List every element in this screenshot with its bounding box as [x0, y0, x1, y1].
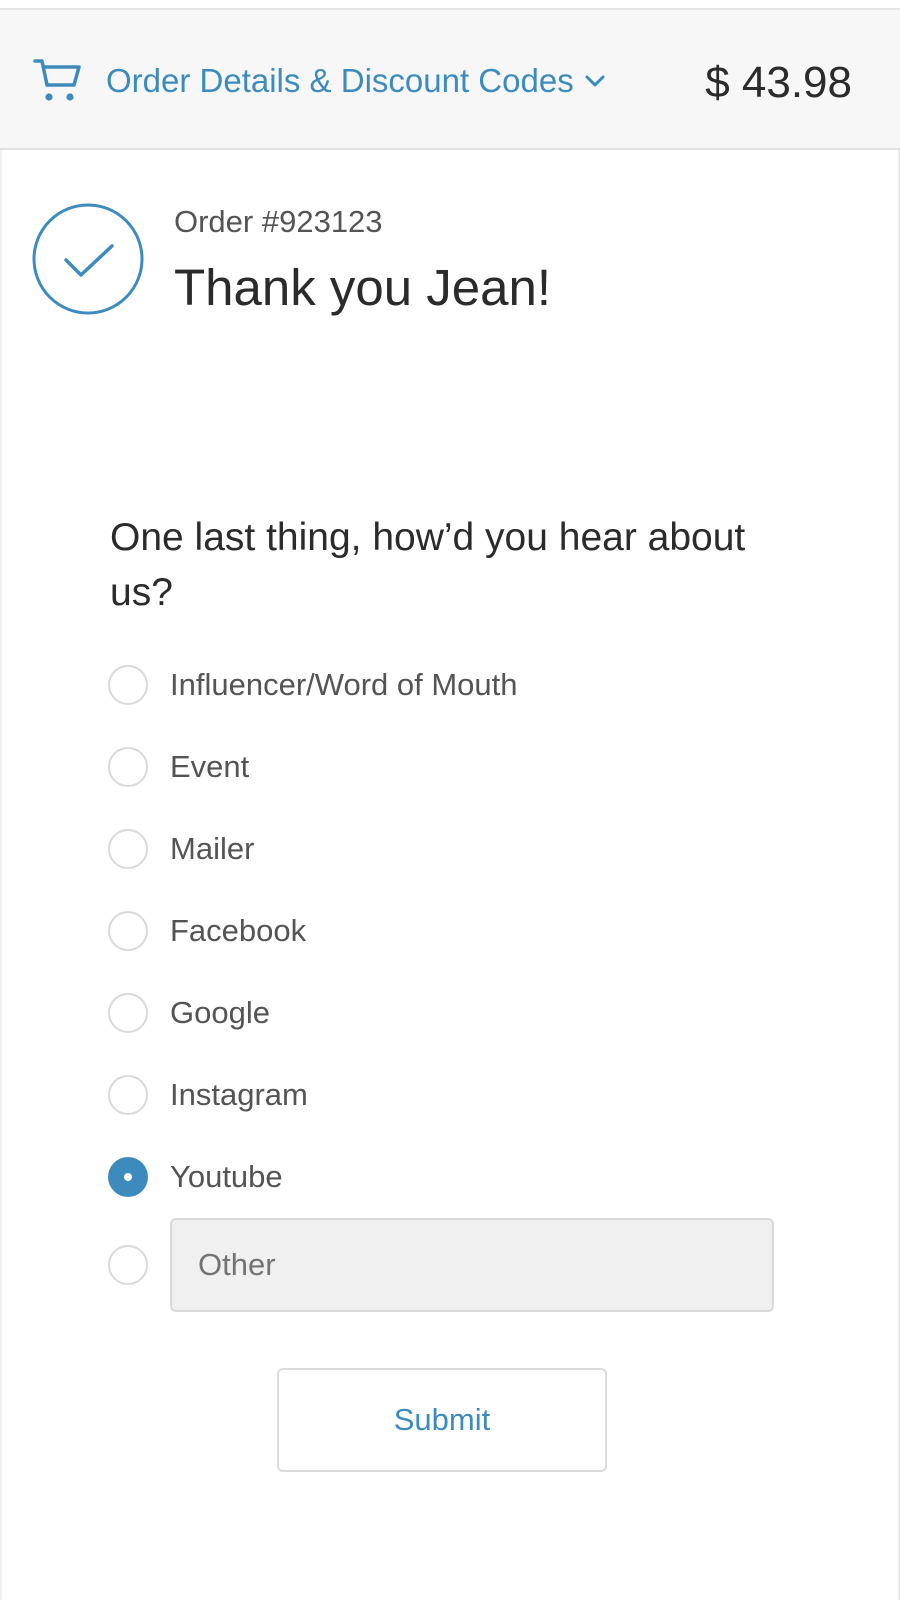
chevron-down-icon — [582, 68, 608, 94]
option-label: Instagram — [170, 1077, 308, 1112]
option-label: Google — [170, 995, 270, 1030]
radio-button[interactable] — [108, 665, 148, 705]
survey-option-instagram[interactable]: Instagram — [108, 1075, 808, 1157]
radio-button[interactable] — [108, 829, 148, 869]
thank-you-page: Order Details & Discount Codes $ 43.98 O… — [0, 0, 900, 1600]
thank-you-heading: Thank you Jean! — [174, 259, 552, 316]
radio-button[interactable] — [108, 993, 148, 1033]
survey-question: One last thing, how’d you hear about us? — [110, 516, 746, 614]
submit-button[interactable]: Submit — [277, 1368, 607, 1472]
radio-button[interactable] — [108, 911, 148, 951]
option-label: Mailer — [170, 831, 255, 866]
radio-button[interactable] — [108, 747, 148, 787]
option-label: Event — [170, 749, 250, 784]
order-total: $ 43.98 — [705, 58, 852, 107]
survey-option-facebook[interactable]: Facebook — [108, 911, 808, 993]
survey-option-google[interactable]: Google — [108, 993, 808, 1075]
left-border — [0, 150, 2, 1600]
survey-option-event[interactable]: Event — [108, 747, 808, 829]
radio-button-selected[interactable] — [108, 1157, 148, 1197]
radio-button[interactable] — [108, 1075, 148, 1115]
order-number: Order #923123 — [174, 204, 383, 239]
survey-options: Influencer/Word of Mouth Event Mailer Fa… — [108, 665, 808, 1239]
option-label: Facebook — [170, 913, 307, 948]
option-label: Influencer/Word of Mouth — [170, 667, 518, 702]
cart-icon — [32, 55, 84, 107]
option-label: Youtube — [170, 1159, 283, 1194]
order-summary-toggle-label: Order Details & Discount Codes — [106, 62, 574, 99]
radio-button-other[interactable] — [108, 1245, 148, 1285]
top-divider — [0, 0, 900, 10]
survey-option-influencer[interactable]: Influencer/Word of Mouth — [108, 665, 808, 747]
survey-option-mailer[interactable]: Mailer — [108, 829, 808, 911]
order-summary-header: Order Details & Discount Codes $ 43.98 — [0, 10, 900, 150]
order-summary-toggle[interactable]: Order Details & Discount Codes — [32, 52, 608, 110]
check-circle-icon — [32, 203, 144, 315]
other-input[interactable] — [170, 1218, 774, 1312]
survey-option-other — [108, 1218, 808, 1314]
